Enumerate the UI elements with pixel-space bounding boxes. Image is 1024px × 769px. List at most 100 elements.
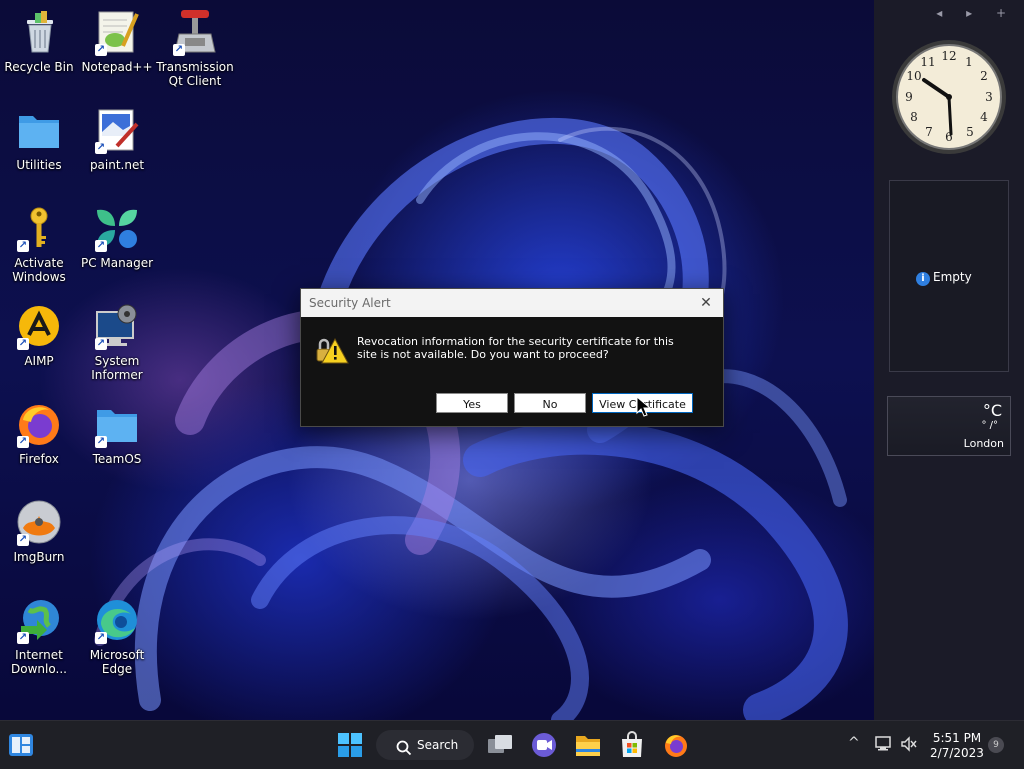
volume-muted-icon[interactable] <box>900 735 918 757</box>
desktop-icon-recycle-bin[interactable]: Recycle Bin <box>0 8 78 74</box>
notification-badge[interactable]: 9 <box>988 737 1004 753</box>
taskbar-clock[interactable]: 5:51 PM 2/7/2023 <box>928 731 986 761</box>
close-button[interactable]: ✕ <box>695 292 717 314</box>
video-chat-icon <box>532 733 556 757</box>
security-alert-dialog: Security Alert ✕ Revocation information … <box>300 288 724 427</box>
desktop-icon-label: AIMP <box>24 354 54 368</box>
desktop-icon-label: ImgBurn <box>13 550 65 564</box>
dialog-title-bar[interactable]: Security Alert ✕ <box>301 289 723 317</box>
dialog-message: Revocation information for the security … <box>357 335 674 361</box>
clock-time: 5:51 PM <box>932 731 982 745</box>
start-button[interactable] <box>336 729 364 761</box>
desktop-icon-transmission[interactable]: ↗ Transmission Qt Client <box>156 8 234 88</box>
microsoft-store-button[interactable] <box>618 729 646 761</box>
task-view-icon <box>488 735 512 753</box>
slideshow-gadget[interactable]: i Empty <box>889 180 1009 372</box>
shortcut-arrow-icon: ↗ <box>173 44 185 56</box>
desktop-icon-label: Firefox <box>19 452 59 466</box>
recycle-bin-icon <box>15 8 63 56</box>
shortcut-arrow-icon: ↗ <box>95 632 107 644</box>
shortcut-arrow-icon: ↗ <box>17 534 29 546</box>
svg-text:8: 8 <box>910 110 918 124</box>
desktop-icon-label: Internet Downlo... <box>11 648 67 676</box>
desktop-icon-label: Activate Windows <box>12 256 66 284</box>
weather-unit: °C <box>982 401 1002 420</box>
weather-range: ° /° <box>981 420 998 431</box>
desktop-icon-label: Microsoft Edge <box>89 648 145 676</box>
dialog-title: Security Alert <box>309 296 391 310</box>
shortcut-arrow-icon: ↗ <box>17 632 29 644</box>
shortcut-arrow-icon: ↗ <box>95 436 107 448</box>
desktop-icon-imgburn[interactable]: ↗ ImgBurn <box>0 498 78 564</box>
no-button[interactable]: No <box>514 393 586 413</box>
show-hidden-icons-chevron-icon[interactable]: ^ <box>848 735 860 751</box>
desktop-icon-activate-windows[interactable]: ↗ Activate Windows <box>0 204 78 284</box>
firefox-taskbar-button[interactable] <box>662 729 690 761</box>
desktop-icon-paint-net[interactable]: ↗ paint.net <box>78 106 156 172</box>
svg-text:4: 4 <box>980 110 988 124</box>
file-explorer-button[interactable] <box>574 729 602 761</box>
shortcut-arrow-icon: ↗ <box>95 240 107 252</box>
desktop-icon-label: System Informer <box>91 354 143 382</box>
shortcut-arrow-icon: ↗ <box>17 338 29 350</box>
desktop-icon-pc-manager[interactable]: ↗ PC Manager <box>78 204 156 270</box>
desktop-icon-teamos[interactable]: ↗ TeamOS <box>78 400 156 466</box>
pc-manager-icon: ↗ <box>93 204 141 252</box>
svg-text:10: 10 <box>906 69 921 83</box>
desktop-icon-utilities[interactable]: Utilities <box>0 106 78 172</box>
notepad-plus-plus-icon: ↗ <box>93 8 141 56</box>
search-icon <box>396 737 412 767</box>
teams-chat-button[interactable] <box>530 729 558 761</box>
svg-text:1: 1 <box>965 55 973 69</box>
task-view-button[interactable] <box>486 729 514 761</box>
shortcut-arrow-icon: ↗ <box>95 338 107 350</box>
desktop-icon-aimp[interactable]: ↗ AIMP <box>0 302 78 368</box>
paint-net-icon: ↗ <box>93 106 141 154</box>
svg-text:9: 9 <box>905 90 913 104</box>
info-icon: i <box>916 272 930 286</box>
key-icon: ↗ <box>15 204 63 252</box>
transmission-icon: ↗ <box>171 8 219 56</box>
weather-gadget[interactable]: °C ° /° London <box>887 396 1011 456</box>
windows-logo-icon <box>338 733 362 757</box>
clock-date: 2/7/2023 <box>930 746 984 760</box>
desktop-icon-notepad-plus-plus[interactable]: ↗ Notepad++ <box>78 8 156 74</box>
slideshow-empty-info: i Empty <box>916 270 972 286</box>
weather-city: London <box>963 437 1004 450</box>
svg-text:11: 11 <box>920 55 935 69</box>
taskbar: Search ^ 5:51 PM 2/7/2023 9 <box>0 720 1024 769</box>
globe-download-icon: ↗ <box>15 596 63 644</box>
gadget-sidebar: ◂ ▸ + 12 1 2 345 678 9 10 11 i Empty °C ° /° … <box>874 0 1024 720</box>
desktop-icon-label: Transmission Qt Client <box>156 60 234 88</box>
desktop-icon-label: PC Manager <box>80 256 154 270</box>
svg-text:2: 2 <box>980 69 988 83</box>
mouse-cursor-icon <box>636 395 652 422</box>
folder-icon: ↗ <box>93 400 141 448</box>
analog-clock-icon: 12 12 345 678 91011 <box>892 40 1006 154</box>
aimp-icon: ↗ <box>15 302 63 350</box>
desktop-icon-internet-download-manager[interactable]: ↗ Internet Downlo... <box>0 596 78 676</box>
desktop-icon-system-informer[interactable]: ↗ System Informer <box>78 302 156 382</box>
desktop-icon-firefox[interactable]: ↗ Firefox <box>0 400 78 466</box>
taskbar-search[interactable]: Search <box>376 730 474 760</box>
widgets-icon <box>9 734 33 756</box>
shortcut-arrow-icon: ↗ <box>17 436 29 448</box>
system-informer-icon: ↗ <box>93 302 141 350</box>
folder-icon <box>576 736 600 756</box>
network-icon[interactable] <box>874 735 892 757</box>
desktop-icon-microsoft-edge[interactable]: ↗ Microsoft Edge <box>78 596 156 676</box>
shortcut-arrow-icon: ↗ <box>95 142 107 154</box>
folder-icon <box>15 106 63 154</box>
widgets-button[interactable] <box>8 733 34 757</box>
svg-text:3: 3 <box>985 90 993 104</box>
svg-text:7: 7 <box>925 125 933 139</box>
clock-gadget[interactable]: 12 1 2 345 678 9 10 11 <box>890 38 1008 156</box>
security-warning-icon <box>315 335 349 369</box>
search-label: Search <box>417 738 459 752</box>
shortcut-arrow-icon: ↗ <box>95 44 107 56</box>
imgburn-icon: ↗ <box>15 498 63 546</box>
yes-button[interactable]: Yes <box>436 393 508 413</box>
shortcut-arrow-icon: ↗ <box>17 240 29 252</box>
sidebar-controls[interactable]: ◂ ▸ + <box>936 6 1016 20</box>
desktop-icon-label: paint.net <box>89 158 145 172</box>
